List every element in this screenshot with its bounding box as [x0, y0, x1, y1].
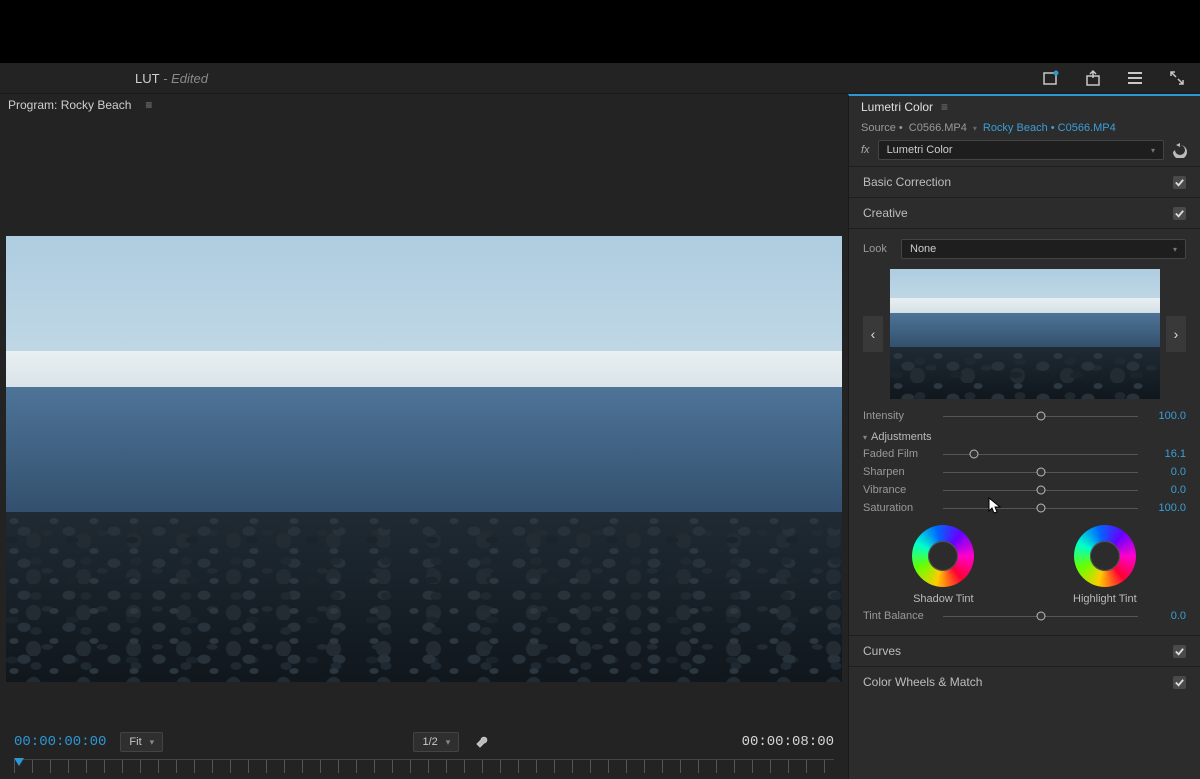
program-preview[interactable]	[6, 236, 842, 682]
look-next-button[interactable]: ›	[1166, 316, 1186, 352]
settings-wrench-icon[interactable]	[473, 733, 491, 751]
master-clip-link[interactable]: Rocky Beach • C0566.MP4	[983, 122, 1116, 134]
source-clip: C0566.MP4	[909, 122, 967, 134]
playhead[interactable]	[14, 758, 24, 766]
resolution-dropdown[interactable]: 1/2	[413, 732, 459, 752]
fullscreen-icon[interactable]	[1168, 69, 1186, 87]
time-ruler[interactable]	[14, 759, 834, 773]
new-window-icon[interactable]	[1042, 69, 1060, 87]
effect-dropdown[interactable]: Lumetri Color▾	[878, 140, 1164, 160]
curves-enable-checkbox[interactable]	[1173, 645, 1186, 658]
source-chevron-icon[interactable]	[973, 122, 977, 134]
timecode-duration: 00:00:08:00	[742, 734, 834, 750]
lumetri-color-panel: Lumetri Color ≡ Source • C0566.MP4 Rocky…	[848, 94, 1200, 779]
panel-menu-icon[interactable]: ≡	[941, 100, 948, 114]
panel-menu-icon[interactable]: ≡	[145, 98, 152, 112]
menu-icon[interactable]	[1126, 69, 1144, 87]
tint-balance-slider[interactable]: Tint Balance 0.0	[863, 607, 1186, 625]
section-basic-correction[interactable]: Basic Correction	[849, 166, 1200, 197]
section-color-wheels[interactable]: Color Wheels & Match	[849, 666, 1200, 697]
document-state: - Edited	[160, 71, 208, 86]
vibrance-slider[interactable]: Vibrance 0.0	[863, 481, 1186, 499]
saturation-slider[interactable]: Saturation 100.0	[863, 499, 1186, 517]
reset-effect-icon[interactable]	[1172, 142, 1188, 158]
look-prev-button[interactable]: ‹	[863, 316, 883, 352]
share-icon[interactable]	[1084, 69, 1102, 87]
section-creative[interactable]: Creative	[849, 197, 1200, 228]
basic-enable-checkbox[interactable]	[1173, 176, 1186, 189]
program-label: Program:	[8, 98, 61, 112]
intensity-slider[interactable]: Intensity 100.0	[863, 407, 1186, 425]
zoom-dropdown[interactable]: Fit	[120, 732, 163, 752]
highlight-tint-label: Highlight Tint	[1073, 593, 1137, 605]
document-name: LUT	[135, 71, 160, 86]
look-dropdown[interactable]: None▾	[901, 239, 1186, 259]
shadow-tint-wheel[interactable]	[912, 525, 974, 587]
fx-badge[interactable]: fx	[861, 144, 870, 156]
shadow-tint-label: Shadow Tint	[913, 593, 974, 605]
program-monitor: Program: Rocky Beach ≡ 00:00:00:00 Fit 1…	[0, 94, 848, 779]
letterbox-top	[0, 0, 1200, 63]
program-sequence-name: Rocky Beach	[61, 98, 132, 112]
panel-title: Lumetri Color	[861, 100, 933, 114]
faded-film-slider[interactable]: Faded Film 16.1	[863, 445, 1186, 463]
timecode-current[interactable]: 00:00:00:00	[14, 734, 106, 750]
document-title-bar: LUT - Edited	[0, 63, 1200, 94]
section-curves[interactable]: Curves	[849, 635, 1200, 666]
source-prefix: Source •	[861, 122, 903, 134]
highlight-tint-wheel[interactable]	[1074, 525, 1136, 587]
look-label: Look	[863, 243, 891, 255]
wheels-enable-checkbox[interactable]	[1173, 676, 1186, 689]
look-preview-thumbnail	[890, 269, 1160, 399]
creative-enable-checkbox[interactable]	[1173, 207, 1186, 220]
sharpen-slider[interactable]: Sharpen 0.0	[863, 463, 1186, 481]
adjustments-header[interactable]: Adjustments	[863, 425, 1186, 445]
